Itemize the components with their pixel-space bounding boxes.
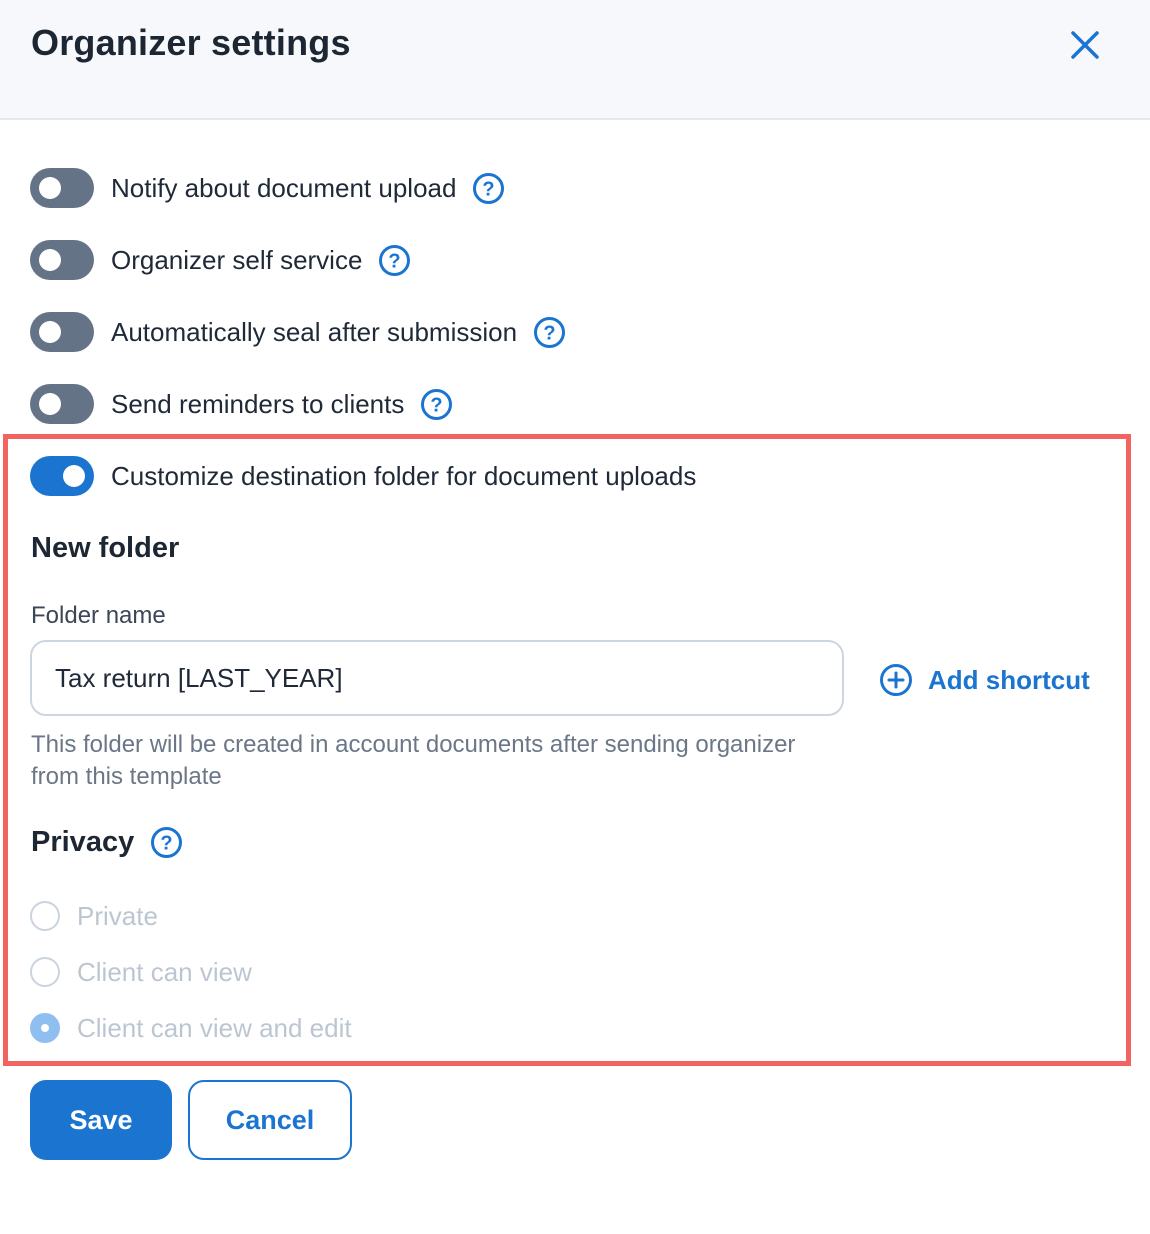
svg-text:?: ? (389, 250, 401, 272)
folder-name-label: Folder name (31, 602, 166, 629)
radio-button[interactable] (30, 957, 60, 987)
close-button[interactable] (1064, 24, 1106, 66)
svg-text:?: ? (543, 322, 555, 344)
radio-label: Client can view (77, 956, 252, 987)
radio-button-selected[interactable] (30, 1013, 60, 1043)
add-shortcut-button[interactable]: Add shortcut (879, 660, 1090, 700)
svg-text:?: ? (161, 833, 173, 855)
toggle-knob (39, 249, 61, 271)
add-shortcut-label: Add shortcut (928, 664, 1090, 695)
privacy-option-client-view-edit[interactable]: Client can view and edit (30, 1011, 352, 1045)
folder-name-input[interactable] (30, 640, 844, 716)
toggle-label: Customize destination folder for documen… (111, 460, 697, 491)
notify-upload-toggle[interactable] (30, 168, 94, 208)
toggle-knob (39, 393, 61, 415)
plus-circle-icon (880, 664, 912, 696)
folder-hint: This folder will be created in account d… (31, 731, 796, 790)
privacy-option-private[interactable]: Private (30, 899, 158, 933)
help-icon[interactable]: ? (150, 826, 183, 859)
save-button[interactable]: Save (30, 1080, 172, 1160)
auto-seal-toggle[interactable] (30, 312, 94, 352)
self-service-toggle[interactable] (30, 240, 94, 280)
toggle-label: Automatically seal after submission (111, 316, 518, 347)
toggle-knob (39, 177, 61, 199)
privacy-option-client-view[interactable]: Client can view (30, 955, 252, 989)
toggle-label: Notify about document upload (111, 172, 457, 203)
radio-button[interactable] (30, 901, 60, 931)
toggle-row-custom-folder: Customize destination folder for documen… (30, 455, 696, 497)
toggle-row-notify-upload: Notify about document upload ? (30, 167, 505, 209)
toggle-knob (63, 465, 85, 487)
privacy-heading-row: Privacy ? (31, 826, 183, 859)
toggle-label: Organizer self service (111, 244, 363, 275)
new-folder-heading: New folder (31, 532, 180, 564)
privacy-heading: Privacy (31, 826, 135, 858)
close-icon (1071, 31, 1099, 59)
help-icon[interactable]: ? (420, 388, 453, 421)
help-icon[interactable]: ? (378, 244, 411, 277)
cancel-button[interactable]: Cancel (188, 1080, 352, 1160)
help-icon[interactable]: ? (533, 316, 566, 349)
dialog-title: Organizer settings (31, 22, 351, 63)
svg-text:?: ? (483, 178, 495, 200)
toggle-knob (39, 321, 61, 343)
help-icon[interactable]: ? (472, 172, 505, 205)
radio-label: Client can view and edit (77, 1012, 352, 1043)
toggle-row-auto-seal: Automatically seal after submission ? (30, 311, 566, 353)
custom-folder-toggle[interactable] (30, 456, 94, 496)
toggle-label: Send reminders to clients (111, 388, 405, 419)
reminders-toggle[interactable] (30, 384, 94, 424)
toggle-row-self-service: Organizer self service ? (30, 239, 411, 281)
dialog-header: Organizer settings (0, 0, 1150, 120)
radio-label: Private (77, 900, 158, 931)
toggle-row-reminders: Send reminders to clients ? (30, 383, 453, 425)
svg-text:?: ? (431, 394, 443, 416)
